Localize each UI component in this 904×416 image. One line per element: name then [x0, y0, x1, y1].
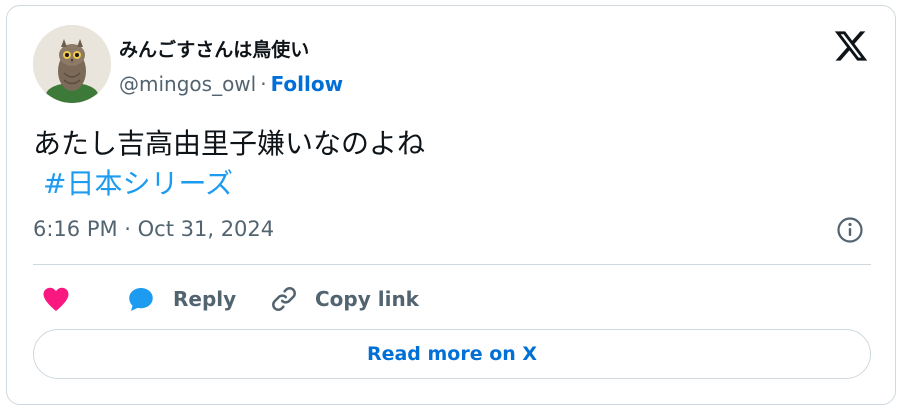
avatar[interactable]	[33, 25, 111, 103]
reply-button[interactable]: Reply	[125, 282, 236, 316]
reply-bubble-icon	[129, 288, 153, 311]
x-logo-icon[interactable]	[833, 28, 869, 64]
author-handle-row: @mingos_owl · Follow	[119, 72, 343, 96]
copy-link-button[interactable]: Copy link	[269, 282, 419, 316]
action-bar: Reply Copy link	[33, 282, 873, 316]
author-handle[interactable]: @mingos_owl	[119, 72, 256, 96]
divider	[33, 264, 871, 265]
tweet-embed-card: みんごすさんは鳥使い @mingos_owl · Follow あたし吉高由里子嫌い…	[6, 5, 896, 405]
tweet-timestamp[interactable]: 6:16 PM · Oct 31, 2024	[33, 217, 274, 241]
separator-dot: ·	[260, 72, 267, 96]
owl-avatar-image	[33, 25, 111, 103]
info-icon[interactable]	[836, 216, 864, 244]
author-display-name[interactable]: みんごすさんは鳥使い	[119, 35, 309, 62]
like-button[interactable]	[41, 282, 71, 316]
follow-button[interactable]: Follow	[271, 72, 344, 96]
heart-icon	[43, 287, 69, 311]
link-icon	[272, 287, 296, 311]
hashtag-link[interactable]: #日本シリーズ	[43, 164, 233, 204]
copy-link-label: Copy link	[315, 287, 419, 311]
reply-label: Reply	[173, 287, 237, 311]
tweet-text: あたし吉高由里子嫌いなのよね	[33, 127, 426, 160]
read-more-button[interactable]: Read more on X	[33, 329, 871, 379]
